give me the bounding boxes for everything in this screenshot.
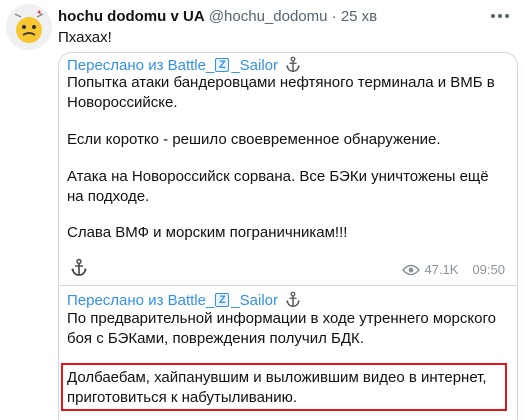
avatar-image (6, 4, 52, 50)
tweet-user-line: hochu dodomu v UA @hochu_dodomu · 25 хв (58, 8, 377, 25)
more-icon[interactable] (483, 4, 517, 28)
highlighted-paragraph: Долбаебам, хайпанувшим и выложившим виде… (67, 369, 487, 406)
anchor-icon (284, 291, 302, 309)
forwarded-suffix: _Sailor (231, 291, 279, 309)
z-badge-icon: Z (215, 293, 230, 307)
post-paragraph: Если коротко - решило своевременное обна… (67, 131, 441, 148)
quoted-screenshot[interactable]: Переслано из Battle_ Z _Sailor Попытка а… (58, 52, 518, 420)
view-count: 47.1K (424, 262, 459, 277)
forwarded-prefix: Переслано из Battle_ (67, 56, 215, 74)
z-badge-icon: Z (215, 58, 230, 72)
anchor-icon (284, 56, 302, 74)
separator-dot: · (331, 8, 337, 25)
forwarded-prefix: Переслано из Battle_ (67, 291, 215, 309)
tweet-header: hochu dodomu v UA @hochu_dodomu · 25 хв … (0, 0, 524, 56)
tweet-text: Пхахах! (58, 29, 112, 46)
forwarded-from-line[interactable]: Переслано из Battle_ Z _Sailor (67, 56, 302, 74)
tweet-time[interactable]: 25 хв (341, 8, 377, 25)
eye-icon (402, 264, 421, 275)
forwarded-from-line[interactable]: Переслано из Battle_ Z _Sailor (67, 291, 302, 309)
anchor-icon (69, 258, 89, 278)
avatar[interactable] (6, 4, 52, 50)
display-name[interactable]: hochu dodomu v UA (58, 8, 205, 25)
telegram-post-1: Переслано из Battle_ Z _Sailor Попытка а… (59, 53, 517, 285)
post-paragraph: По предварительной информации в ходе утр… (67, 310, 496, 347)
post-paragraph: Попытка атаки бандеровцами нефтяного тер… (67, 74, 495, 111)
post-meta: 47.1K 09:50 (402, 262, 505, 277)
telegram-post-2: Переслано из Battle_ Z _Sailor По предва… (59, 285, 517, 420)
post-time: 09:50 (472, 262, 505, 277)
post-paragraph: Атака на Новороссийск сорвана. Все БЭКи … (67, 168, 489, 205)
forwarded-suffix: _Sailor (231, 56, 279, 74)
post-paragraph: Слава ВМФ и морским пограничникам!!! (67, 224, 348, 241)
user-handle[interactable]: @hochu_dodomu (209, 8, 328, 25)
